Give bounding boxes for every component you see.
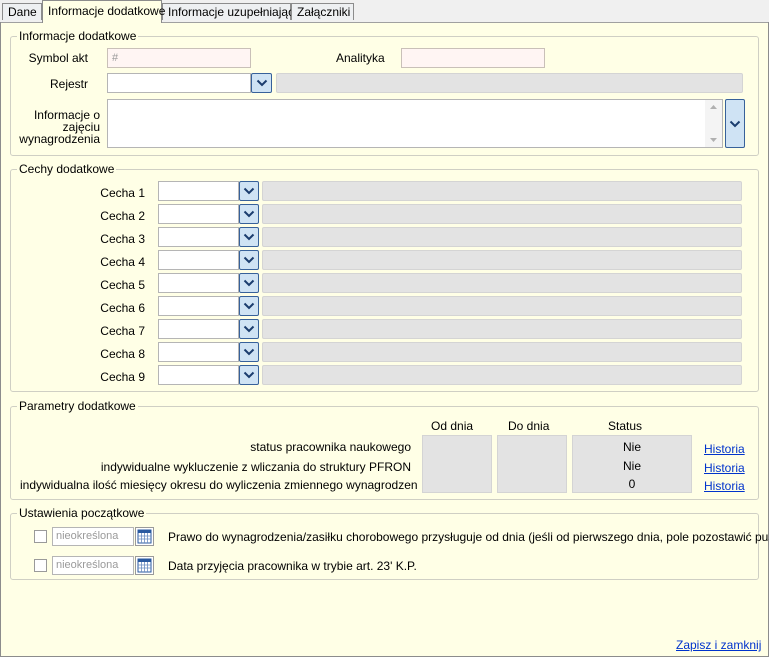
cechy-group-title: Cechy dodatkowe	[17, 162, 117, 176]
tab-informacje-dodatkowe[interactable]: Informacje dodatkowe	[42, 0, 165, 23]
chorobowe-date-input[interactable]: nieokreślona	[52, 527, 134, 546]
cecha-5-dropdown-button[interactable]	[239, 273, 259, 293]
chevron-down-icon	[243, 348, 255, 356]
cecha-6-label: Cecha 6	[100, 301, 145, 315]
tab-dane[interactable]: Dane	[2, 3, 42, 20]
chevron-down-icon	[243, 325, 255, 333]
cecha-8-input[interactable]	[158, 342, 239, 362]
cecha-8-dropdown-button[interactable]	[239, 342, 259, 362]
od-dnia-header: Od dnia	[431, 419, 474, 433]
cecha-9-dropdown-button[interactable]	[239, 365, 259, 385]
rejestr-input[interactable]	[107, 73, 251, 93]
analityka-input[interactable]	[401, 48, 545, 68]
chevron-down-icon	[243, 279, 255, 287]
zajecie-textarea[interactable]	[107, 99, 723, 148]
cecha-4-label: Cecha 4	[100, 255, 145, 269]
przyjecie-date-input[interactable]: nieokreślona	[52, 556, 134, 575]
chevron-down-icon	[256, 79, 267, 87]
status-header: Status	[608, 419, 643, 433]
historia-link-pfron[interactable]: Historia	[704, 461, 745, 475]
chorobowe-checkbox[interactable]	[34, 530, 47, 543]
calendar-icon	[137, 558, 152, 573]
symbol-akt-label: Symbol akt	[28, 51, 88, 65]
cecha-1-dropdown-button[interactable]	[239, 181, 259, 201]
cecha-9-description	[262, 365, 742, 385]
chevron-down-icon	[243, 302, 255, 310]
chevron-down-icon	[243, 187, 255, 195]
cecha-5-input[interactable]	[158, 273, 239, 293]
param-label-miesiace: indywidualna ilość miesięcy okresu do wy…	[20, 478, 418, 492]
cecha-2-description	[262, 204, 742, 224]
scroll-arrows-icon	[710, 105, 717, 142]
zajecie-label-line3: wynagrodzenia	[19, 132, 100, 146]
rejestr-dropdown-button[interactable]	[251, 73, 272, 93]
cecha-2-label: Cecha 2	[100, 209, 145, 223]
cecha-4-description	[262, 250, 742, 270]
cecha-1-label: Cecha 1	[100, 186, 145, 200]
param-status-naukowy: Nie	[622, 440, 641, 454]
cecha-4-input[interactable]	[158, 250, 239, 270]
info-group-title: Informacje dodatkowe	[17, 29, 139, 43]
cecha-7-label: Cecha 7	[100, 324, 145, 338]
zajecie-dropdown-button[interactable]	[725, 99, 745, 148]
rejestr-label: Rejestr	[49, 77, 88, 91]
cecha-6-description	[262, 296, 742, 316]
analityka-label: Analityka	[336, 51, 385, 65]
chevron-down-icon	[243, 371, 255, 379]
przyjecie-checkbox[interactable]	[34, 559, 47, 572]
cecha-3-label: Cecha 3	[100, 232, 145, 246]
chevron-down-icon	[729, 120, 741, 127]
zajecie-scrollbar[interactable]	[705, 100, 722, 147]
cecha-2-input[interactable]	[158, 204, 239, 224]
do-dnia-header: Do dnia	[508, 419, 550, 433]
cecha-5-label: Cecha 5	[100, 278, 145, 292]
od-dnia-column	[422, 435, 492, 493]
cecha-7-input[interactable]	[158, 319, 239, 339]
param-status-miesiace: 0	[628, 477, 636, 491]
cecha-7-dropdown-button[interactable]	[239, 319, 259, 339]
chorobowe-calendar-button[interactable]	[135, 527, 154, 546]
przyjecie-calendar-button[interactable]	[135, 556, 154, 575]
cecha-6-input[interactable]	[158, 296, 239, 316]
cecha-3-dropdown-button[interactable]	[239, 227, 259, 247]
historia-link-naukowy[interactable]: Historia	[704, 442, 745, 456]
cecha-2-dropdown-button[interactable]	[239, 204, 259, 224]
cecha-9-label: Cecha 9	[100, 370, 145, 384]
chevron-down-icon	[243, 233, 255, 241]
tab-zalaczniki[interactable]: Załączniki	[291, 3, 354, 20]
param-status-pfron: Nie	[622, 459, 641, 473]
calendar-icon	[137, 529, 152, 544]
do-dnia-column	[497, 435, 567, 493]
historia-link-miesiace[interactable]: Historia	[704, 479, 745, 493]
symbol-akt-input[interactable]: #	[107, 48, 251, 68]
cecha-6-dropdown-button[interactable]	[239, 296, 259, 316]
cecha-1-input[interactable]	[158, 181, 239, 201]
parametry-group-title: Parametry dodatkowe	[17, 399, 138, 413]
cecha-4-dropdown-button[interactable]	[239, 250, 259, 270]
chorobowe-label: Prawo do wynagrodzenia/zasiłku chorobowe…	[168, 530, 769, 544]
cecha-1-description	[262, 181, 742, 201]
cecha-3-description	[262, 227, 742, 247]
rejestr-description	[276, 73, 743, 93]
cecha-7-description	[262, 319, 742, 339]
tab-informacje-uzupelniajace[interactable]: Informacje uzupełniające	[162, 3, 301, 20]
cecha-9-input[interactable]	[158, 365, 239, 385]
cecha-8-description	[262, 342, 742, 362]
param-label-naukowy: status pracownika naukowego	[250, 440, 411, 454]
tab-strip: Dane Informacje dodatkowe Informacje uzu…	[0, 0, 769, 23]
cecha-3-input[interactable]	[158, 227, 239, 247]
chevron-down-icon	[243, 256, 255, 264]
cecha-5-description	[262, 273, 742, 293]
ustawienia-group-title: Ustawienia początkowe	[17, 506, 147, 520]
przyjecie-label: Data przyjęcia pracownika w trybie art. …	[168, 559, 417, 573]
cecha-8-label: Cecha 8	[100, 347, 145, 361]
symbol-akt-placeholder: #	[112, 52, 119, 64]
chevron-down-icon	[243, 210, 255, 218]
param-label-pfron: indywidualne wykluczenie z wliczania do …	[100, 460, 411, 474]
save-and-close-link[interactable]: Zapisz i zamknij	[676, 638, 761, 652]
